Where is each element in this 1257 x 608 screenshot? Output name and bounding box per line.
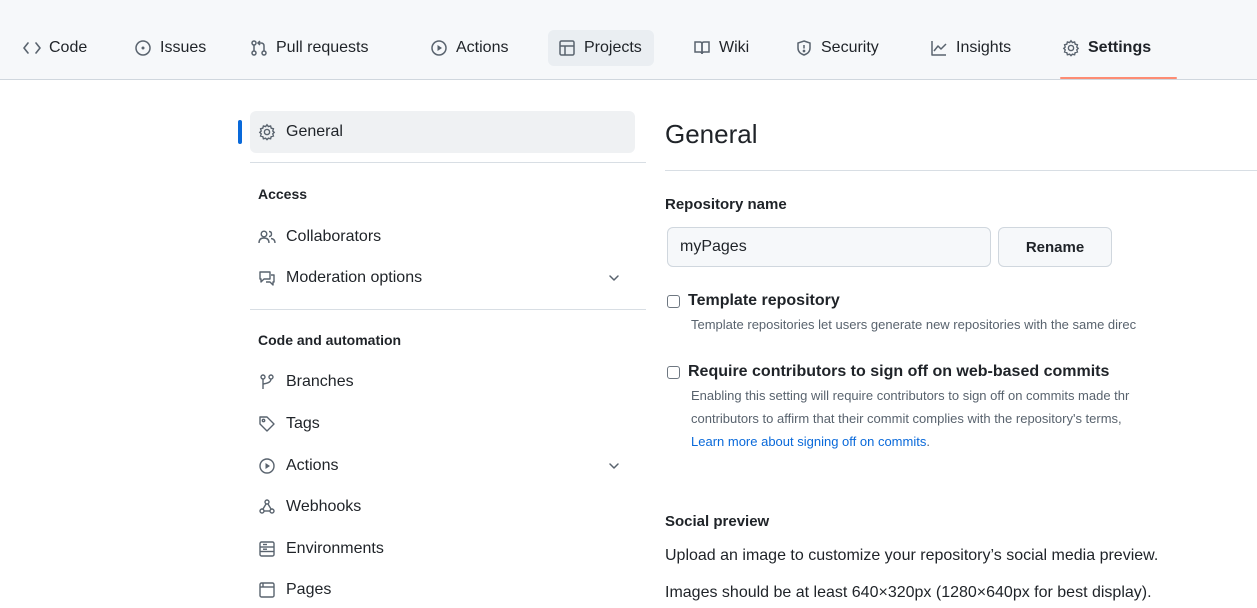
sidebar-item-label: Branches	[286, 373, 354, 390]
tab-settings[interactable]: Settings	[1062, 30, 1151, 66]
signoff-label[interactable]: Require contributors to sign off on web-…	[688, 363, 1109, 381]
tab-security[interactable]: Security	[795, 30, 879, 66]
book-icon	[693, 39, 711, 57]
sidebar-item-label: Moderation options	[286, 269, 423, 286]
social-preview-line1: Upload an image to customize your reposi…	[665, 547, 1159, 564]
active-indicator	[238, 120, 242, 144]
tab-projects[interactable]: Projects	[548, 30, 654, 66]
gear-icon	[258, 123, 276, 141]
sidebar-item-label: Webhooks	[286, 498, 362, 515]
signoff-description-line2: contributors to affirm that their commit…	[691, 411, 1122, 426]
sidebar-item-webhooks[interactable]: Webhooks	[250, 489, 635, 525]
issue-opened-icon	[134, 39, 152, 57]
tab-insights-label: Insights	[956, 39, 1012, 56]
graph-icon	[930, 39, 948, 57]
sidebar-divider	[250, 309, 646, 310]
sidebar-item-label: Pages	[286, 581, 332, 598]
code-icon	[23, 39, 41, 57]
server-icon	[258, 540, 276, 558]
tab-security-label: Security	[821, 39, 879, 56]
tab-code[interactable]: Code	[23, 30, 87, 66]
play-icon	[430, 39, 448, 57]
signoff-checkbox[interactable]	[667, 365, 680, 379]
chevron-down-icon[interactable]	[607, 271, 621, 285]
people-icon	[258, 228, 276, 246]
social-preview-line2: Images should be at least 640×320px (128…	[665, 584, 1152, 601]
tab-pull-requests[interactable]: Pull requests	[250, 30, 369, 66]
sidebar-heading-code-and-automation: Code and automation	[258, 332, 402, 348]
sidebar-item-tags[interactable]: Tags	[250, 406, 635, 442]
sidebar-item-general[interactable]: General	[250, 111, 635, 153]
report-icon	[258, 269, 276, 287]
page-title: General	[665, 119, 758, 149]
tab-actions[interactable]: Actions	[430, 30, 508, 66]
sidebar-item-label: Actions	[286, 457, 339, 474]
sidebar-item-actions[interactable]: Actions	[250, 448, 635, 484]
signoff-description-line1: Enabling this setting will require contr…	[691, 388, 1130, 403]
sidebar-item-label: Collaborators	[286, 228, 382, 245]
sidebar-divider	[250, 162, 646, 163]
sidebar-item-collaborators[interactable]: Collaborators	[250, 219, 635, 255]
git-pull-request-icon	[250, 39, 268, 57]
gear-icon	[1062, 39, 1080, 57]
repo-nav: Code Issues Pull requests Actions Projec…	[0, 0, 1257, 80]
learn-more-signoff-link[interactable]: Learn more about signing off on commits	[691, 434, 926, 449]
sidebar-item-label: Tags	[286, 415, 320, 432]
title-divider	[665, 170, 1257, 171]
template-repository-label[interactable]: Template repository	[688, 292, 840, 310]
tab-pull-requests-label: Pull requests	[276, 39, 369, 56]
template-repository-row: Template repository	[667, 292, 840, 310]
tab-insights[interactable]: Insights	[930, 30, 1011, 66]
play-icon	[258, 457, 276, 475]
webhook-icon	[258, 498, 276, 516]
browser-icon	[258, 581, 276, 599]
tab-projects-label: Projects	[584, 39, 642, 56]
rename-button[interactable]: Rename	[998, 227, 1112, 267]
learn-more-suffix: .	[926, 434, 930, 449]
tab-code-label: Code	[49, 39, 88, 56]
shield-icon	[795, 39, 813, 57]
git-branch-icon	[258, 373, 276, 391]
tab-issues[interactable]: Issues	[134, 30, 206, 66]
tag-icon	[258, 415, 276, 433]
template-repository-description: Template repositories let users generate…	[691, 317, 1137, 332]
sidebar-item-moderation-options[interactable]: Moderation options	[250, 260, 635, 296]
tab-wiki[interactable]: Wiki	[693, 30, 749, 66]
template-repository-checkbox[interactable]	[667, 294, 680, 308]
table-icon	[558, 39, 576, 57]
tab-actions-label: Actions	[456, 39, 509, 56]
tab-settings-label: Settings	[1088, 39, 1152, 56]
signoff-learn-more-row: Learn more about signing off on commits.	[691, 434, 1257, 449]
sidebar-item-branches[interactable]: Branches	[250, 364, 635, 400]
repository-name-input[interactable]	[667, 227, 991, 267]
selected-tab-underline	[1060, 77, 1177, 79]
chevron-down-icon[interactable]	[607, 459, 621, 473]
signoff-row: Require contributors to sign off on web-…	[667, 363, 1109, 381]
sidebar-item-label: General	[286, 123, 343, 140]
sidebar-item-label: Environments	[286, 540, 384, 557]
tab-wiki-label: Wiki	[719, 39, 750, 56]
sidebar-heading-access: Access	[258, 186, 308, 202]
tab-issues-label: Issues	[160, 39, 207, 56]
repository-name-label: Repository name	[665, 196, 787, 213]
sidebar-item-environments[interactable]: Environments	[250, 531, 635, 567]
sidebar-item-pages[interactable]: Pages	[250, 572, 635, 608]
social-preview-heading: Social preview	[665, 513, 770, 530]
